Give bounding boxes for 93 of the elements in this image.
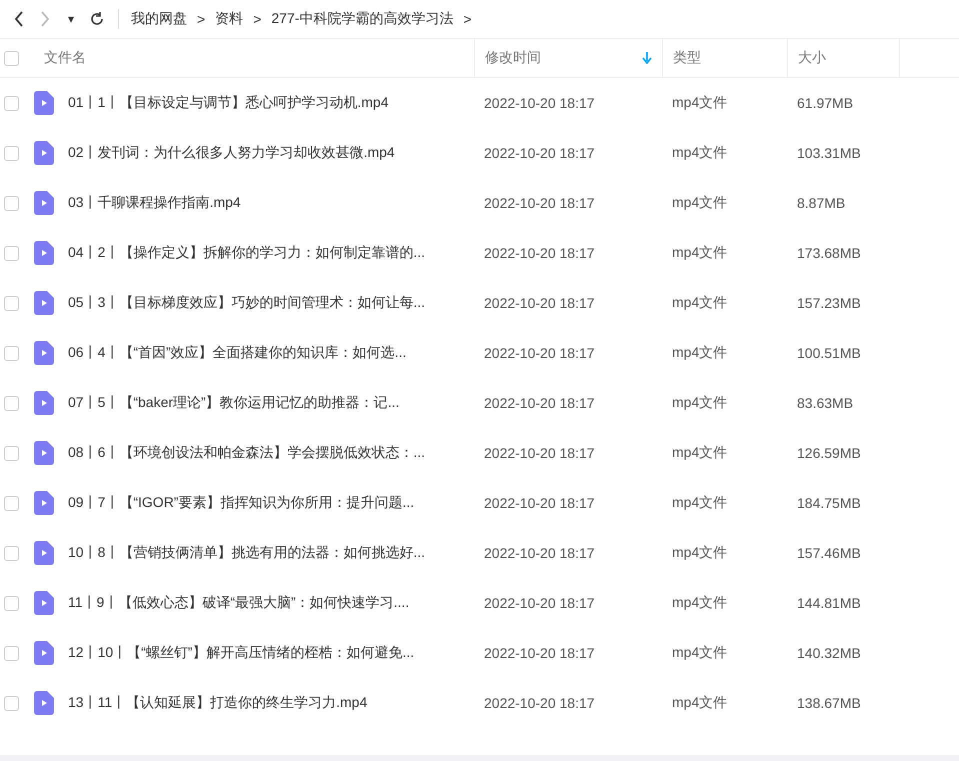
modified-time: 2022-10-20 18:17 — [483, 695, 596, 711]
file-type: mp4文件 — [671, 94, 728, 112]
video-file-icon — [34, 441, 54, 465]
file-name[interactable]: 06丨4丨【“首因”效应】全面搭建你的知识库：如何选... — [68, 344, 406, 362]
column-header[interactable]: 大小 — [798, 49, 826, 67]
breadcrumb-link[interactable]: 277-中科院学霸的高效学习法 — [271, 10, 454, 28]
file-type: mp4文件 — [671, 494, 728, 512]
file-size: 8.87MB — [796, 195, 846, 211]
row-checkbox[interactable] — [4, 646, 19, 660]
file-type: mp4文件 — [671, 544, 728, 562]
modified-time: 2022-10-20 18:17 — [483, 295, 596, 311]
file-name[interactable]: 09丨7丨【“IGOR”要素】指挥知识为你所用：提升问题... — [68, 494, 414, 512]
video-file-icon — [34, 141, 54, 165]
file-size: 61.97MB — [796, 95, 854, 111]
modified-time: 2022-10-20 18:17 — [483, 195, 596, 211]
file-size: 126.59MB — [796, 445, 862, 461]
video-file-icon — [34, 591, 54, 615]
breadcrumb-separator: > — [463, 11, 472, 27]
file-size: 83.63MB — [796, 395, 854, 411]
column-header[interactable]: 类型 — [673, 49, 701, 67]
row-checkbox[interactable] — [4, 546, 19, 560]
file-name[interactable]: 13丨11丨【认知延展】打造你的终生学习力.mp4 — [68, 694, 368, 712]
modified-time: 2022-10-20 18:17 — [483, 595, 596, 611]
file-size: 103.31MB — [796, 145, 862, 161]
forward-icon — [40, 11, 50, 27]
modified-time: 2022-10-20 18:17 — [483, 145, 596, 161]
video-file-icon — [34, 241, 54, 265]
file-name[interactable]: 12丨10丨【“螺丝钉”】解开高压情绪的桎梏：如何避免... — [68, 644, 414, 662]
row-checkbox[interactable] — [4, 296, 19, 310]
file-size: 157.46MB — [796, 545, 862, 561]
breadcrumb-separator: > — [253, 11, 262, 27]
select-all-checkbox[interactable] — [4, 50, 19, 66]
modified-time: 2022-10-20 18:17 — [483, 645, 596, 661]
row-checkbox[interactable] — [4, 596, 19, 610]
breadcrumb-separator: > — [197, 11, 206, 27]
file-name[interactable]: 10丨8丨【营销技俩清单】挑选有用的法器：如何挑选好... — [68, 544, 426, 562]
video-file-icon — [34, 491, 54, 515]
modified-time: 2022-10-20 18:17 — [483, 95, 596, 111]
file-type: mp4文件 — [671, 694, 728, 712]
row-checkbox[interactable] — [4, 146, 19, 160]
video-file-icon — [34, 691, 54, 715]
row-checkbox[interactable] — [4, 696, 19, 710]
file-size: 173.68MB — [796, 245, 862, 261]
file-type: mp4文件 — [671, 294, 728, 312]
video-file-icon — [34, 341, 54, 365]
file-size: 138.67MB — [796, 695, 862, 711]
file-size: 140.32MB — [796, 645, 862, 661]
video-file-icon — [34, 641, 54, 665]
modified-time: 2022-10-20 18:17 — [483, 345, 596, 361]
file-type: mp4文件 — [671, 194, 728, 212]
file-type: mp4文件 — [671, 344, 728, 362]
file-size: 100.51MB — [796, 345, 862, 361]
file-name[interactable]: 03丨千聊课程操作指南.mp4 — [68, 194, 241, 212]
file-type: mp4文件 — [671, 594, 728, 612]
video-file-icon — [34, 91, 54, 115]
modified-time: 2022-10-20 18:17 — [483, 545, 596, 561]
file-type: mp4文件 — [671, 644, 728, 662]
file-name[interactable]: 05丨3丨【目标梯度效应】巧妙的时间管理术：如何让每... — [68, 294, 426, 312]
file-name[interactable]: 08丨6丨【环境创设法和帕金森法】学会摆脱低效状态：... — [68, 444, 426, 462]
row-checkbox[interactable] — [4, 196, 19, 210]
row-checkbox[interactable] — [4, 496, 19, 510]
modified-time: 2022-10-20 18:17 — [483, 395, 596, 411]
back-icon — [14, 11, 24, 27]
row-checkbox[interactable] — [4, 396, 19, 410]
file-name[interactable]: 11丨9丨【低效心态】破译“最强大脑”：如何快速学习.... — [68, 594, 410, 612]
video-file-icon — [34, 541, 54, 565]
modified-time: 2022-10-20 18:17 — [483, 445, 596, 461]
file-type: mp4文件 — [671, 394, 728, 412]
modified-time: 2022-10-20 18:17 — [483, 495, 596, 511]
refresh-icon — [89, 11, 105, 27]
file-type: mp4文件 — [671, 244, 728, 262]
file-name[interactable]: 02丨发刊词：为什么很多人努力学习却收效甚微.mp4 — [68, 144, 395, 162]
file-size: 184.75MB — [796, 495, 862, 511]
row-checkbox[interactable] — [4, 246, 19, 260]
file-name[interactable]: 07丨5丨【“baker理论”】教你运用记忆的助推器：记... — [68, 394, 400, 412]
column-header[interactable]: 修改时间 — [485, 49, 541, 67]
file-size: 144.81MB — [796, 595, 862, 611]
video-file-icon — [34, 191, 54, 215]
breadcrumb-link[interactable]: 资料 — [215, 10, 244, 28]
row-checkbox[interactable] — [4, 446, 19, 460]
file-name[interactable]: 04丨2丨【操作定义】拆解你的学习力：如何制定靠谱的... — [68, 244, 426, 262]
video-file-icon — [34, 291, 54, 315]
row-checkbox[interactable] — [4, 346, 19, 360]
modified-time: 2022-10-20 18:17 — [483, 245, 596, 261]
history-dropdown[interactable]: ▾ — [58, 7, 84, 31]
column-header[interactable]: 文件名 — [44, 49, 86, 67]
file-type: mp4文件 — [671, 444, 728, 462]
file-name[interactable]: 01丨1丨【目标设定与调节】悉心呵护学习动机.mp4 — [68, 94, 388, 112]
row-checkbox[interactable] — [4, 96, 19, 110]
video-file-icon — [34, 391, 54, 415]
file-size: 157.23MB — [796, 295, 862, 311]
file-type: mp4文件 — [671, 144, 728, 162]
breadcrumb-link[interactable]: 我的网盘 — [131, 10, 187, 28]
